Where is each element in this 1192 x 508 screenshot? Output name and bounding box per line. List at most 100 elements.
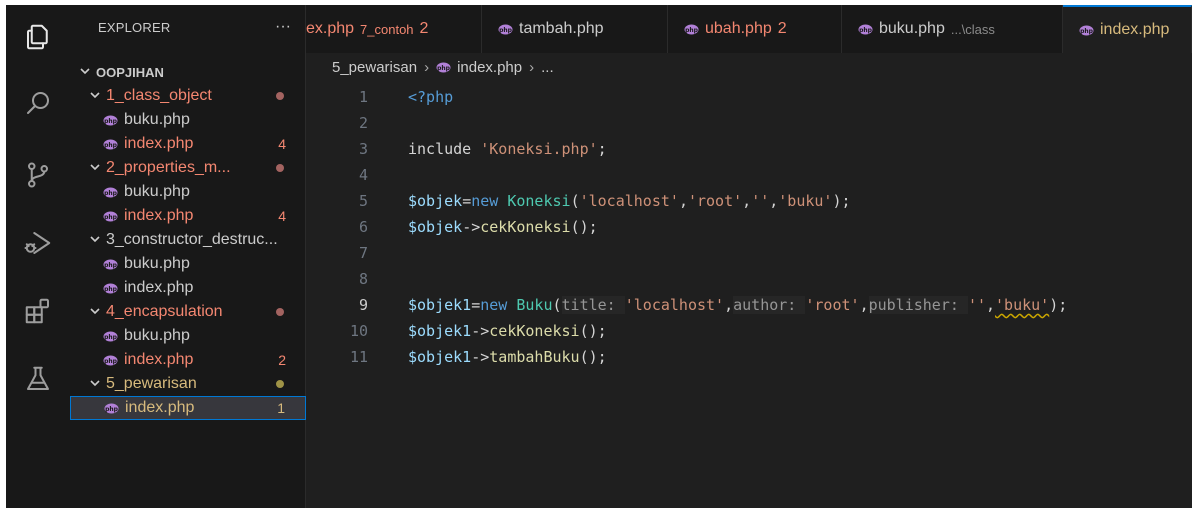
tab-problem-count: 2 xyxy=(777,20,787,37)
source-control-icon[interactable] xyxy=(6,151,70,199)
file-item[interactable]: php buku.php xyxy=(70,324,306,348)
code-line[interactable]: 4 xyxy=(306,162,1192,188)
breadcrumb-symbol[interactable]: ... xyxy=(541,59,554,76)
line-number: 3 xyxy=(358,140,368,158)
editor-tab[interactable]: php tambah.php xyxy=(482,5,668,53)
file-item[interactable]: php index.php 2 xyxy=(70,348,306,372)
php-file-icon: php xyxy=(103,355,118,365)
problem-count-badge: 2 xyxy=(278,352,286,368)
code-line[interactable]: 9 $objek1=new Buku(title: 'localhost',aut… xyxy=(306,292,1192,318)
chevron-down-icon xyxy=(88,161,102,176)
code-text: $objek1->cekKoneksi(); xyxy=(408,318,607,344)
line-number: 7 xyxy=(358,244,368,262)
code-token: $objek xyxy=(408,218,463,236)
editor-tab[interactable]: php ubah.php 2 xyxy=(668,5,842,53)
folder-item[interactable]: 4_encapsulation xyxy=(70,300,306,324)
code-token: 'localhost' xyxy=(624,296,725,314)
line-number: 1 xyxy=(358,88,368,106)
chevron-down-icon xyxy=(88,305,102,320)
code-line[interactable]: 1 <?php xyxy=(306,84,1192,110)
problem-count-badge: 4 xyxy=(278,136,286,152)
line-number: 8 xyxy=(358,270,368,288)
testing-icon[interactable] xyxy=(6,355,70,403)
code-line[interactable]: 5 $objek=new Koneksi('localhost','root','… xyxy=(306,188,1192,214)
folder-item[interactable]: 3_constructor_destruc... xyxy=(70,228,306,252)
sidebar-header: EXPLORER ··· xyxy=(70,5,305,53)
code-token: 'buku' xyxy=(778,192,833,210)
code-token: new xyxy=(471,192,508,210)
code-line[interactable]: 3 include 'Koneksi.php'; xyxy=(306,136,1192,162)
code-text: $objek=new Koneksi('localhost','root',''… xyxy=(408,188,851,214)
line-number: 11 xyxy=(349,348,368,366)
code-token: $objek xyxy=(408,192,463,210)
folder-item[interactable]: 1_class_object xyxy=(70,84,306,108)
folder-label: 5_pewarisan xyxy=(106,375,197,392)
code-line[interactable]: 2 xyxy=(306,110,1192,136)
workspace-root[interactable]: OOPJIHAN xyxy=(70,60,306,84)
editor-tab[interactable]: php index.php xyxy=(1063,5,1192,53)
activity-bar xyxy=(6,5,70,508)
parameter-hint: title: xyxy=(561,296,625,314)
php-file-icon: php xyxy=(103,211,118,221)
file-item[interactable]: php index.php 4 xyxy=(70,132,306,156)
code-token: = xyxy=(471,296,481,314)
code-token: 'localhost' xyxy=(579,192,679,210)
code-line[interactable]: 8 xyxy=(306,266,1192,292)
explorer-title: EXPLORER xyxy=(98,20,171,35)
file-item[interactable]: php buku.php xyxy=(70,108,306,132)
svg-text:php: php xyxy=(437,65,451,72)
svg-text:php: php xyxy=(104,262,118,269)
file-item[interactable]: php index.php 1 xyxy=(70,396,306,420)
folder-label: 2_properties_m... xyxy=(106,159,231,176)
code-text: include 'Koneksi.php'; xyxy=(408,136,607,162)
code-token: ); xyxy=(1049,296,1068,314)
svg-text:php: php xyxy=(104,190,118,197)
breadcrumb-folder[interactable]: 5_pewarisan xyxy=(332,59,417,76)
svg-text:php: php xyxy=(1080,28,1094,35)
tab-label: index.php xyxy=(1100,21,1170,38)
code-token: cekKoneksi xyxy=(489,322,580,340)
file-label: index.php xyxy=(125,399,195,416)
line-number: 9 xyxy=(358,296,368,314)
code-line[interactable]: 10 $objek1->cekKoneksi(); xyxy=(306,318,1192,344)
code-editor[interactable]: 1 <?php 2 3 include 'Koneksi.php'; 4 5 $objek=n… xyxy=(306,81,1192,508)
chevron-down-icon xyxy=(88,89,102,104)
svg-text:php: php xyxy=(104,142,118,149)
code-line[interactable]: 6 $objek->cekKoneksi(); xyxy=(306,214,1192,240)
code-token: $objek1 xyxy=(408,348,472,366)
folder-label: 3_constructor_destruc... xyxy=(106,231,278,248)
extensions-icon[interactable] xyxy=(6,287,70,335)
explorer-icon[interactable] xyxy=(6,13,70,61)
svg-text:php: php xyxy=(499,27,513,34)
code-text: $objek1->tambahBuku(); xyxy=(408,344,607,370)
file-item[interactable]: php buku.php xyxy=(70,252,306,276)
code-line[interactable]: 7 xyxy=(306,240,1192,266)
code-line[interactable]: 11 $objek1->tambahBuku(); xyxy=(306,344,1192,370)
file-label: buku.php xyxy=(124,255,190,272)
folder-item[interactable]: 2_properties_m... xyxy=(70,156,306,180)
code-text: <?php xyxy=(408,84,453,110)
code-text: $objek->cekKoneksi(); xyxy=(408,214,598,240)
editor-tab[interactable]: ex.php 7_contoh 2 xyxy=(306,5,482,53)
status-dot xyxy=(276,380,284,388)
file-item[interactable]: php buku.php xyxy=(70,180,306,204)
code-token: ); xyxy=(832,192,851,210)
code-token: <?php xyxy=(408,88,454,106)
code-token: -> xyxy=(471,322,490,340)
file-item[interactable]: php index.php 4 xyxy=(70,204,306,228)
tab-problem-count: 2 xyxy=(419,20,429,37)
breadcrumb-file[interactable]: index.php xyxy=(457,59,522,76)
folder-label: 1_class_object xyxy=(106,87,212,104)
tab-label: tambah.php xyxy=(519,20,604,37)
search-icon[interactable] xyxy=(6,79,70,127)
code-token: -> xyxy=(462,218,481,236)
folder-item[interactable]: 5_pewarisan xyxy=(70,372,306,396)
run-debug-icon[interactable] xyxy=(6,219,70,267)
code-token: -> xyxy=(471,348,490,366)
more-actions-button[interactable]: ··· xyxy=(266,16,300,40)
explorer-sidebar: EXPLORER ··· OOPJIHAN 1_class_object php b… xyxy=(70,5,306,508)
php-file-icon: php xyxy=(858,24,873,34)
editor-tab[interactable]: php buku.php ...\class xyxy=(842,5,1063,53)
file-item[interactable]: php index.php xyxy=(70,276,306,300)
php-file-icon: php xyxy=(103,283,118,293)
